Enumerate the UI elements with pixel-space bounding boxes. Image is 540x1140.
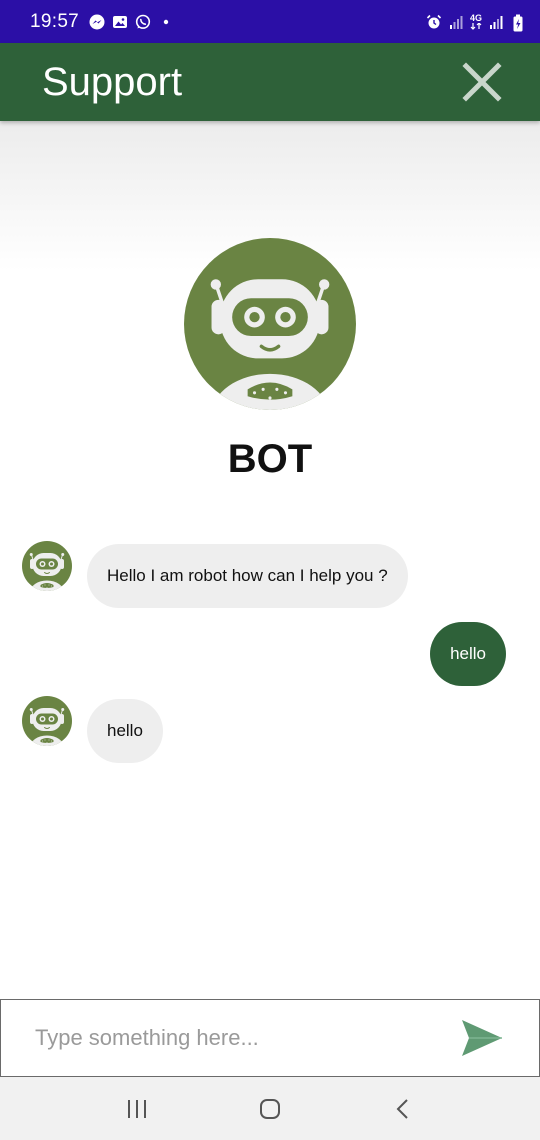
gallery-icon bbox=[112, 14, 128, 30]
alarm-icon bbox=[426, 14, 442, 30]
bot-header: BOT bbox=[0, 238, 540, 482]
home-button[interactable] bbox=[240, 1084, 300, 1134]
system-nav-bar bbox=[0, 1077, 540, 1140]
bot-avatar-large bbox=[184, 238, 356, 410]
message-input[interactable] bbox=[35, 1025, 459, 1051]
recents-icon bbox=[127, 1099, 146, 1118]
network-4g-icon: 4G bbox=[469, 12, 482, 30]
send-icon bbox=[462, 1020, 502, 1056]
status-bar: 19:57 4G bbox=[0, 0, 540, 43]
close-button[interactable] bbox=[460, 60, 504, 104]
user-message-bubble: hello bbox=[430, 622, 506, 686]
chat-content: BOT Hello I am robot how can I help you … bbox=[0, 121, 540, 999]
bot-avatar-small bbox=[22, 541, 72, 591]
back-button[interactable] bbox=[373, 1084, 433, 1134]
bot-message-bubble: hello bbox=[87, 699, 163, 763]
bot-name: BOT bbox=[227, 437, 313, 481]
messenger-icon bbox=[89, 14, 105, 30]
whatsapp-icon bbox=[135, 14, 151, 30]
message-input-bar bbox=[0, 999, 540, 1077]
bot-message-bubble: Hello I am robot how can I help you ? bbox=[87, 544, 408, 608]
network-label: 4G bbox=[469, 12, 482, 23]
recents-button[interactable] bbox=[107, 1084, 167, 1134]
back-icon bbox=[396, 1098, 409, 1119]
page-title: Support bbox=[42, 59, 183, 104]
system-icons: 4G bbox=[426, 12, 526, 31]
close-icon bbox=[462, 62, 502, 102]
support-chat-screen: 19:57 4G Support BOT Hello I am robot ho… bbox=[0, 0, 540, 1140]
signal-icon bbox=[488, 14, 504, 30]
home-icon bbox=[259, 1098, 280, 1119]
notification-icons bbox=[89, 14, 174, 30]
dot-icon bbox=[158, 14, 174, 30]
send-button[interactable] bbox=[459, 1015, 505, 1061]
signal-icon bbox=[448, 14, 464, 30]
battery-icon bbox=[510, 14, 526, 31]
status-time: 19:57 bbox=[30, 10, 80, 32]
app-bar: Support bbox=[0, 43, 540, 121]
bot-avatar-small bbox=[22, 696, 72, 746]
